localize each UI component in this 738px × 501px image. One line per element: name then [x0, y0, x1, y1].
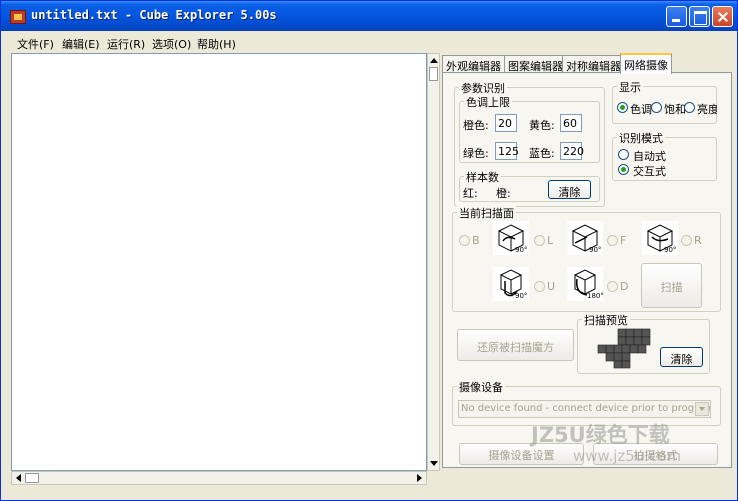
yellow-label: 黄色:	[529, 119, 555, 132]
menu-help[interactable]: 帮助(H)	[197, 36, 236, 52]
cube-face-u-icon: 90°	[493, 267, 529, 301]
display-saturation-radio[interactable]	[651, 102, 662, 113]
sample-count-group: 样本数 红: 橙: 清除	[459, 169, 600, 202]
green-input[interactable]: 125	[495, 142, 519, 160]
tab-strip: 外观编辑器 图案编辑器 对称编辑器 网络摄像	[442, 53, 732, 74]
face-f-label: F	[620, 234, 627, 247]
orange-label: 橙色:	[463, 119, 489, 132]
display-hue-label: 色调	[630, 103, 652, 116]
horizontal-scroll-thumb[interactable]	[25, 473, 39, 483]
face-d-radio[interactable]	[607, 281, 618, 292]
app-window: untitled.txt - Cube Explorer 5.00s 文件(F)…	[0, 0, 738, 501]
tab-pattern-editor[interactable]: 图案编辑器	[504, 55, 567, 73]
face-f-radio[interactable]	[607, 235, 618, 246]
scroll-left-icon[interactable]	[16, 474, 21, 482]
scan-preview-group: 扫描预览 清除	[577, 312, 710, 374]
hue-limit-group: 色调上限 橙色: 20 黄色: 60 绿色: 125 蓝色: 220	[459, 94, 600, 163]
cube-face-b-icon: 90°	[493, 221, 529, 255]
mode-title: 识别模式	[617, 130, 665, 146]
cube-face-f-icon: 90°	[642, 221, 678, 255]
menu-edit[interactable]: 编辑(E)	[62, 36, 100, 52]
app-cube-icon[interactable]	[10, 10, 26, 24]
close-button[interactable]	[712, 6, 733, 27]
blue-input[interactable]: 220	[560, 142, 584, 160]
params-group: 参数识别 色调上限 橙色: 20 黄色: 60 绿色: 125 蓝色: 220 …	[454, 80, 605, 207]
mode-auto-radio[interactable]	[618, 149, 629, 160]
face-u-label: U	[547, 280, 556, 293]
face-r-radio[interactable]	[681, 235, 692, 246]
tab-facelet-editor[interactable]: 外观编辑器	[442, 55, 505, 73]
tab-webcam[interactable]: 网络摄像	[620, 53, 672, 74]
face-u-radio[interactable]	[534, 281, 545, 292]
scan-button[interactable]: 扫描	[641, 263, 702, 308]
vertical-scroll-thumb[interactable]	[429, 67, 438, 81]
blue-label: 蓝色:	[529, 147, 555, 160]
face-b-radio[interactable]	[459, 235, 470, 246]
orange-input[interactable]: 20	[495, 114, 517, 132]
camera-device-select[interactable]: No device found - connect device prior t…	[458, 400, 711, 418]
face-l-radio[interactable]	[534, 235, 545, 246]
face-d-angle: 180°	[587, 292, 604, 300]
chevron-down-icon[interactable]	[695, 402, 709, 416]
cube-face-l-icon: 90°	[567, 221, 603, 255]
scan-face-group: 当前扫描面 B 90° L 90° F 90° R 90° U 180° D 扫…	[452, 205, 721, 312]
display-group: 显示 色调 饱和 亮度	[612, 79, 717, 124]
camera-device-title: 摄像设备	[457, 379, 505, 395]
maximize-button[interactable]	[689, 6, 710, 27]
face-d-label: D	[620, 280, 629, 293]
scan-face-title: 当前扫描面	[457, 205, 516, 221]
sample-count-title: 样本数	[464, 169, 501, 185]
mode-interactive-radio[interactable]	[618, 164, 629, 175]
vertical-scrollbar[interactable]	[427, 53, 440, 471]
face-b-angle: 90°	[515, 246, 528, 254]
watermark-logo: JZ5U绿色下载	[531, 423, 670, 447]
scroll-down-icon[interactable]	[430, 461, 438, 466]
display-title: 显示	[617, 79, 643, 95]
title-bar[interactable]: untitled.txt - Cube Explorer 5.00s	[1, 1, 737, 31]
green-label: 绿色:	[463, 147, 489, 160]
cube-face-d-icon: 180°	[567, 267, 604, 301]
horizontal-scrollbar[interactable]	[11, 471, 427, 485]
yellow-input[interactable]: 60	[560, 114, 582, 132]
mode-auto-label: 自动式	[633, 150, 666, 163]
display-saturation-label: 饱和	[664, 103, 686, 116]
menu-file[interactable]: 文件(F)	[17, 36, 54, 52]
face-l-label: L	[547, 234, 554, 247]
face-l-angle: 90°	[589, 246, 602, 254]
cube-preview-icon	[596, 327, 656, 369]
scroll-up-icon[interactable]	[430, 58, 438, 63]
text-editor[interactable]	[11, 53, 427, 471]
display-brightness-radio[interactable]	[684, 102, 695, 113]
menu-bar: 文件(F) 编辑(E) 运行(R) 选项(O) 帮助(H)	[1, 32, 737, 52]
camera-device-value: No device found - connect device prior t…	[461, 403, 711, 414]
orange-count-label: 橙:	[496, 187, 511, 200]
face-u-angle: 90°	[515, 292, 528, 300]
minimize-button[interactable]	[666, 6, 687, 27]
hue-limit-title: 色调上限	[464, 94, 512, 110]
menu-run[interactable]: 运行(R)	[107, 36, 145, 52]
scroll-right-icon[interactable]	[417, 474, 422, 482]
clear-samples-button[interactable]: 清除	[548, 180, 591, 199]
tab-symmetry-editor[interactable]: 对称编辑器	[562, 55, 625, 73]
window-title: untitled.txt - Cube Explorer 5.00s	[31, 8, 277, 22]
face-b-label: B	[472, 234, 480, 247]
menu-options[interactable]: 选项(O)	[152, 36, 191, 52]
mode-group: 识别模式 自动式 交互式	[612, 130, 717, 181]
display-brightness-label: 亮度	[697, 103, 717, 116]
scan-preview-title: 扫描预览	[582, 312, 630, 328]
webcam-panel: 参数识别 色调上限 橙色: 20 黄色: 60 绿色: 125 蓝色: 220 …	[442, 72, 732, 468]
face-r-label: R	[694, 234, 702, 247]
clear-preview-button[interactable]: 清除	[660, 347, 703, 367]
red-count-label: 红:	[463, 187, 478, 200]
restore-scanned-cube-button[interactable]: 还原被扫描魔方	[457, 329, 574, 361]
display-hue-radio[interactable]	[617, 102, 628, 113]
watermark-url: www.jz5u.com	[573, 447, 682, 465]
face-f-angle: 90°	[664, 246, 677, 254]
mode-interactive-label: 交互式	[633, 165, 666, 178]
